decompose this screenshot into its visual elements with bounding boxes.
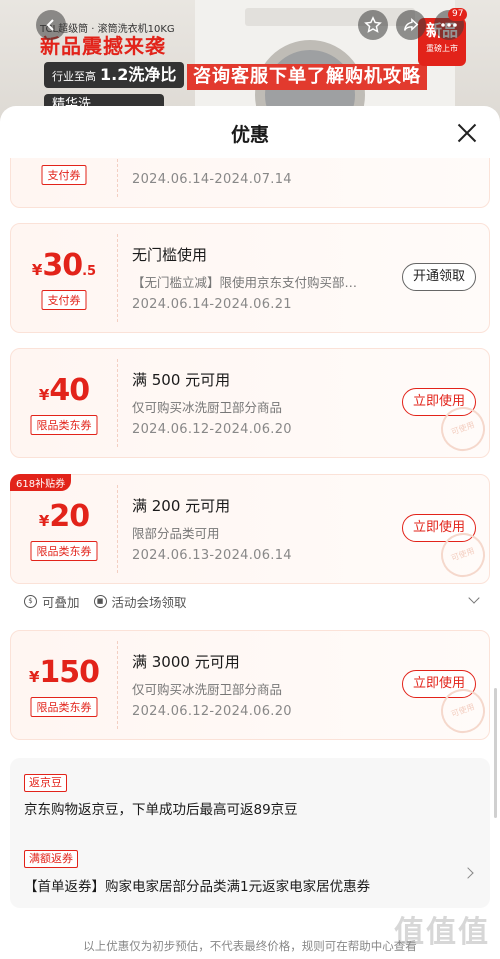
rewards-info-card: 返京豆 京东购物返京豆，下单成功后最高可返89京豆 满额返券 【首单返券】购家电… [10, 758, 490, 908]
star-icon [364, 16, 382, 33]
coupon-amount: ¥30.5 [31, 248, 97, 283]
back-button[interactable] [36, 10, 66, 40]
coupon-date: 2024.06.13-2024.06.14 [132, 548, 292, 563]
chevron-right-icon[interactable] [462, 867, 474, 879]
coupon-date: 2024.06.12-2024.06.20 [132, 704, 292, 719]
banner-badge: 行业至高 1.2洗净比 [44, 62, 185, 88]
favorite-button[interactable] [358, 10, 388, 40]
coupon-desc: 限部分品类可用 [132, 526, 220, 541]
coupon-desc: 【无门槛立减】限使用京东支付购买部… [132, 275, 358, 290]
gift-icon: ■ [93, 594, 107, 608]
more-dots-icon [441, 23, 457, 27]
coupon-date: 2024.06.14-2024.06.21 [132, 297, 292, 312]
coupon-card: ¥30.5 支付券 无门槛使用 【无门槛立减】限使用京东支付购买部… 2024.… [10, 223, 490, 333]
coupon-type-tag: 支付券 [41, 290, 87, 310]
coupon-desc: 仅可购买冰洗厨卫部分商品 [132, 400, 283, 415]
coupon-amount: ¥20 [38, 499, 90, 534]
coupon-meta-row[interactable]: $ 可叠加 ■ 活动会场领取 [24, 592, 484, 610]
close-icon[interactable] [456, 122, 478, 144]
coupon-date: 2024.06.12-2024.06.20 [132, 422, 292, 437]
coupon-type-tag: 支付券 [41, 165, 87, 185]
stack-icon: $ [24, 594, 37, 608]
share-icon [403, 17, 419, 32]
coupon-title: 满 200 元可用 [132, 497, 231, 515]
coupon-type-tag: 限品类东券 [30, 541, 98, 561]
jd-bean-text: 京东购物返京豆，下单成功后最高可返89京豆 [24, 802, 298, 818]
scrollbar[interactable] [494, 688, 497, 818]
message-count-badge: 97 [448, 8, 468, 21]
coupon-card: ¥40 限品类东券 满 500 元可用 仅可购买冰洗厨卫部分商品 2024.06… [10, 348, 492, 458]
coupon-date: 2024.06.14-2024.07.14 [132, 172, 292, 187]
refund-coupon-text[interactable]: 【首单返券】购家电家居部分品类满1元返家电家居优惠券 [24, 875, 370, 895]
coupon-card: ¥150 限品类东券 满 3000 元可用 仅可购买冰洗厨卫部分商品 2024.… [10, 630, 492, 740]
sheet-header: 优惠 [0, 106, 500, 158]
venue-label: ■ 活动会场领取 [93, 592, 187, 611]
coupon-sheet: 优惠 支付券 2024.06.14-2024.07.14 ¥30.5 支付券 无… [0, 106, 500, 959]
coupon-amount: ¥150 [28, 655, 100, 690]
refund-coupon-pill: 满额返券 [24, 850, 78, 868]
stackable-label: $ 可叠加 [24, 592, 80, 611]
coupon-card: 支付券 2024.06.14-2024.07.14 [10, 158, 490, 208]
coupon-title: 满 500 元可用 [132, 371, 231, 389]
coupon-list[interactable]: 支付券 2024.06.14-2024.07.14 ¥30.5 支付券 无门槛使… [0, 158, 500, 959]
coupon-amount: ¥40 [38, 373, 90, 408]
back-arrow-icon [46, 19, 54, 31]
activate-claim-button[interactable]: 开通领取 [401, 263, 476, 291]
coupon-title: 满 3000 元可用 [132, 653, 240, 671]
coupon-type-tag: 限品类东券 [30, 415, 98, 435]
coupon-title: 无门槛使用 [132, 246, 208, 264]
coupon-type-tag: 限品类东券 [30, 697, 98, 717]
coupon-desc: 仅可购买冰洗厨卫部分商品 [132, 682, 283, 697]
banner-promo: 咨询客服下单了解购机攻略 [187, 64, 427, 90]
watermark: 值值值 [394, 915, 490, 950]
sheet-title: 优惠 [230, 124, 269, 146]
share-button[interactable] [396, 10, 426, 40]
chevron-down-icon[interactable] [468, 592, 480, 604]
coupon-card: 618补贴券 ¥20 限品类东券 满 200 元可用 限部分品类可用 2024.… [10, 474, 492, 584]
jd-bean-pill: 返京豆 [24, 774, 67, 792]
